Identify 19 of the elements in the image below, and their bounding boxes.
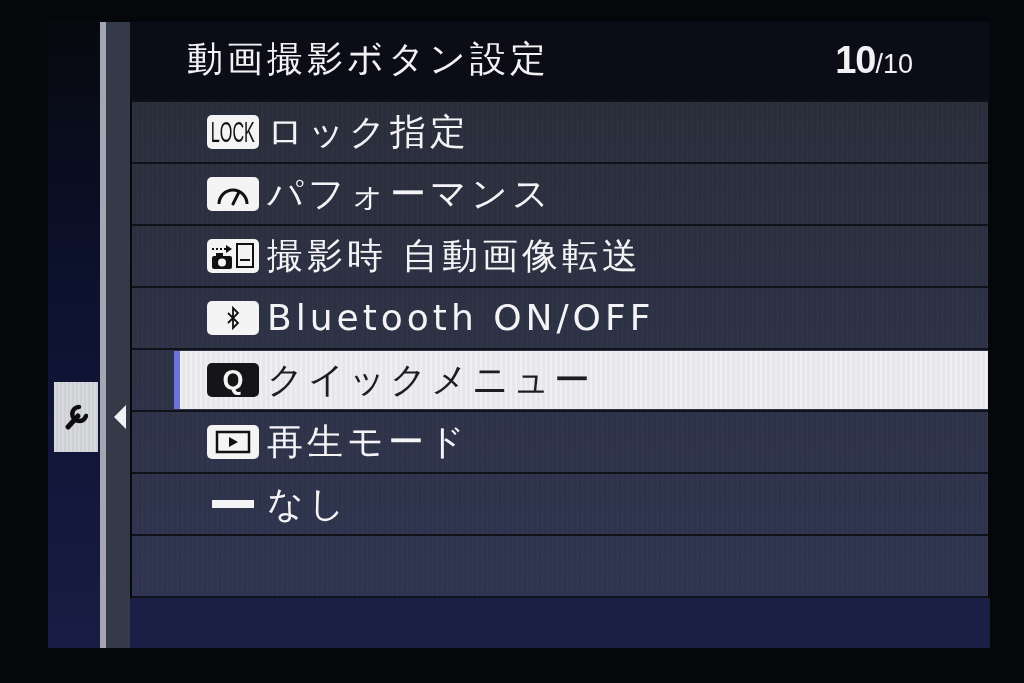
menu-item[interactable]: 撮影時 自動画像転送 (174, 227, 988, 285)
menu-item[interactable]: LOCK ロック指定 (174, 103, 988, 161)
item-badge: LOCK (207, 115, 259, 149)
gauge-icon (207, 177, 259, 211)
page-counter: 10/10 (835, 38, 913, 84)
menu-item[interactable]: Q クイックメニュー (174, 351, 988, 409)
bluetooth-icon (207, 301, 259, 335)
camera-transfer-icon (207, 239, 259, 273)
dash-icon (212, 500, 254, 508)
play-screen-icon (207, 425, 259, 459)
wrench-icon (64, 403, 88, 431)
menu-item[interactable]: なし (174, 475, 988, 533)
menu-item[interactable]: 再生モード (174, 413, 988, 471)
menu-item[interactable]: Bluetooth ON/OFF (174, 289, 988, 347)
menu-item[interactable]: パフォーマンス (174, 165, 988, 223)
left-arrow-icon (114, 405, 126, 429)
sidebar-tab[interactable] (54, 382, 98, 452)
item-badge: Q (207, 363, 259, 397)
screen-title: 動画撮影ボタン設定 (187, 37, 550, 81)
